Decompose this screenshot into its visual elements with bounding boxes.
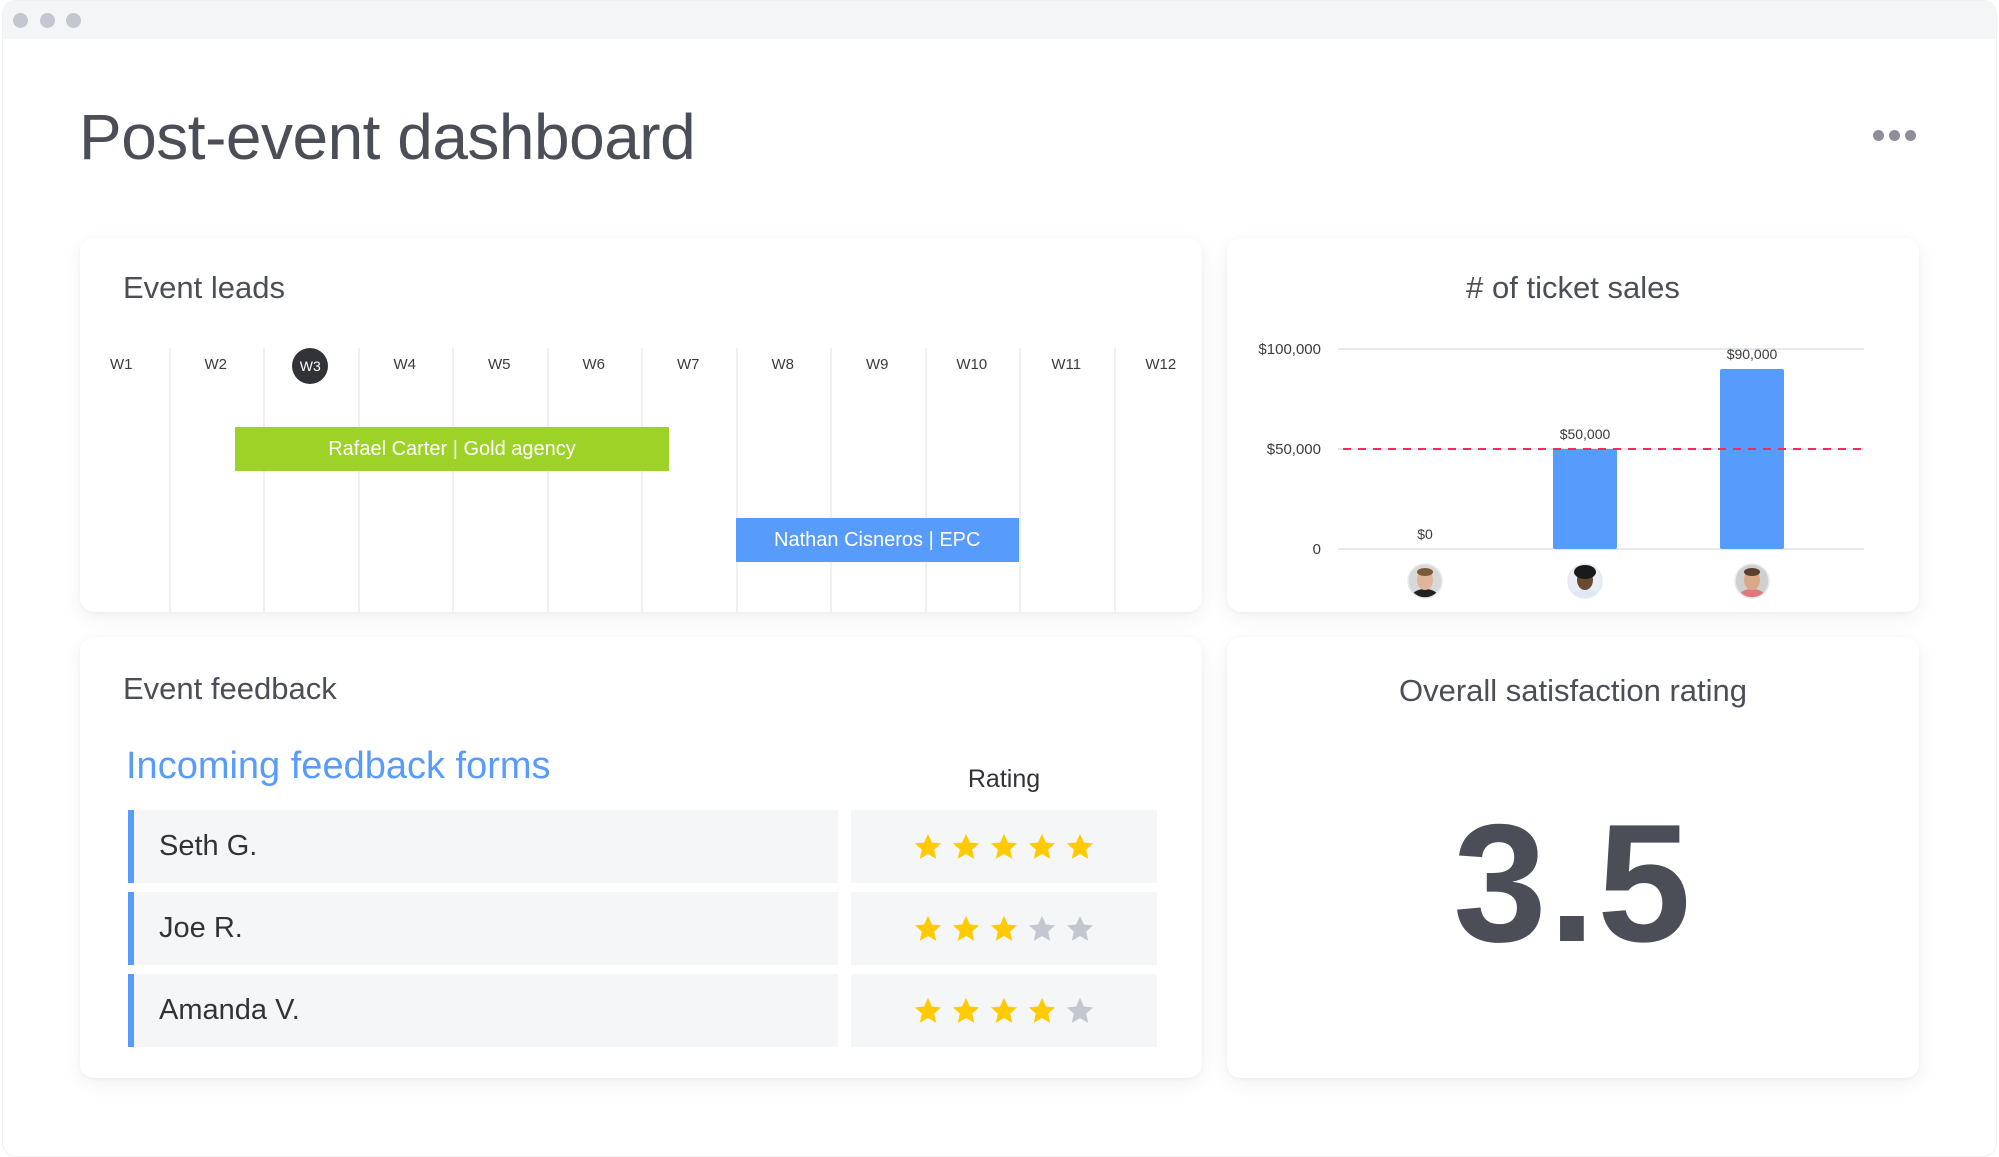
event-leads-widget: Event leads W1 W2 W3 W4 W5 W6 W7 W8 W9 W10 W11 W12 R…: [80, 238, 1202, 612]
avatar-icon[interactable]: [1407, 563, 1443, 607]
widget-title: Event leads: [123, 270, 285, 305]
week-divider: [641, 348, 643, 612]
feedback-forms-link[interactable]: Incoming feedback forms: [126, 745, 551, 788]
event-feedback-widget: Event feedback Incoming feedback forms R…: [80, 637, 1202, 1078]
week-label[interactable]: W1: [80, 356, 168, 373]
bar-value-label: $50,000: [1560, 426, 1611, 442]
week-label[interactable]: W4: [358, 356, 452, 373]
avatar-icon[interactable]: [1567, 563, 1603, 607]
star-filled-icon[interactable]: [989, 832, 1019, 862]
bar: [1720, 369, 1784, 549]
bar-value-label: $0: [1417, 526, 1433, 542]
bar: [1553, 449, 1617, 549]
widget-title: Event feedback: [123, 671, 337, 706]
close-window-icon[interactable]: [13, 13, 28, 28]
widget-title: Overall satisfaction rating: [1398, 673, 1748, 708]
ticket-sales-chart: 0 $50,000 $100,000 $0 $50,000 $90,000: [1258, 341, 1864, 607]
y-tick-label: 0: [1313, 541, 1321, 558]
star-filled-icon[interactable]: [951, 996, 981, 1026]
feedback-row[interactable]: Amanda V.: [128, 974, 1157, 1047]
week-divider: [924, 348, 927, 612]
respondent-name[interactable]: Joe R.: [128, 892, 838, 965]
star-empty-icon[interactable]: [1065, 996, 1095, 1026]
satisfaction-widget: Overall satisfaction rating 3.5: [1227, 637, 1919, 1078]
week-label[interactable]: W9: [830, 356, 924, 373]
star-filled-icon[interactable]: [1027, 996, 1057, 1026]
more-horizontal-icon: [1889, 129, 1900, 141]
week-divider: [357, 348, 360, 612]
week-label[interactable]: W5: [452, 356, 546, 373]
star-rating[interactable]: [851, 810, 1157, 883]
star-filled-icon[interactable]: [913, 914, 943, 944]
y-tick-label: $50,000: [1267, 441, 1321, 458]
week-divider: [735, 348, 738, 612]
maximize-window-icon[interactable]: [66, 13, 81, 28]
minimize-window-icon[interactable]: [40, 13, 55, 28]
respondent-name[interactable]: Seth G.: [128, 810, 838, 883]
star-filled-icon[interactable]: [1027, 832, 1057, 862]
week-label-current[interactable]: W3: [292, 348, 329, 384]
week-label[interactable]: W12: [1114, 356, 1202, 373]
star-filled-icon[interactable]: [951, 914, 981, 944]
star-filled-icon[interactable]: [989, 914, 1019, 944]
timeline-bar[interactable]: Nathan Cisneros | EPC: [735, 518, 1019, 562]
more-horizontal-icon: [1873, 129, 1884, 141]
week-label[interactable]: W2: [169, 356, 263, 373]
star-filled-icon[interactable]: [913, 996, 943, 1026]
rating-column-header: Rating: [967, 765, 1041, 793]
star-filled-icon[interactable]: [989, 996, 1019, 1026]
respondent-name[interactable]: Amanda V.: [128, 974, 838, 1047]
week-divider: [452, 348, 454, 612]
feedback-row[interactable]: Seth G.: [128, 810, 1157, 883]
window-titlebar: [3, 1, 1996, 39]
star-empty-icon[interactable]: [1027, 914, 1057, 944]
week-divider: [830, 348, 832, 612]
more-horizontal-icon: [1905, 129, 1916, 141]
star-rating[interactable]: [851, 892, 1157, 965]
page-title: Post-event dashboard: [79, 101, 696, 173]
timeline-bar[interactable]: Rafael Carter | Gold agency: [234, 427, 670, 471]
week-divider: [168, 348, 171, 612]
bar-value-label: $90,000: [1727, 346, 1778, 362]
ticket-sales-widget: # of ticket sales 0 $50,000 $100,000 $0 $50,…: [1227, 238, 1919, 612]
week-divider: [546, 348, 549, 612]
star-filled-icon[interactable]: [913, 832, 943, 862]
satisfaction-score: 3.5: [1453, 789, 1693, 977]
week-label[interactable]: W11: [1019, 356, 1113, 373]
feedback-row[interactable]: Joe R.: [128, 892, 1157, 965]
week-divider: [263, 348, 265, 612]
star-filled-icon[interactable]: [1065, 832, 1095, 862]
more-options-button[interactable]: [1873, 126, 1923, 144]
star-empty-icon[interactable]: [1065, 914, 1095, 944]
week-divider: [1019, 348, 1021, 612]
star-rating[interactable]: [851, 974, 1157, 1047]
star-filled-icon[interactable]: [951, 832, 981, 862]
week-label[interactable]: W8: [736, 356, 830, 373]
avatar-icon[interactable]: [1734, 563, 1770, 607]
week-label[interactable]: W6: [547, 356, 641, 373]
y-tick-label: $100,000: [1258, 341, 1321, 358]
week-divider: [1113, 348, 1116, 612]
week-label[interactable]: W10: [925, 356, 1019, 373]
week-label[interactable]: W7: [641, 356, 735, 373]
